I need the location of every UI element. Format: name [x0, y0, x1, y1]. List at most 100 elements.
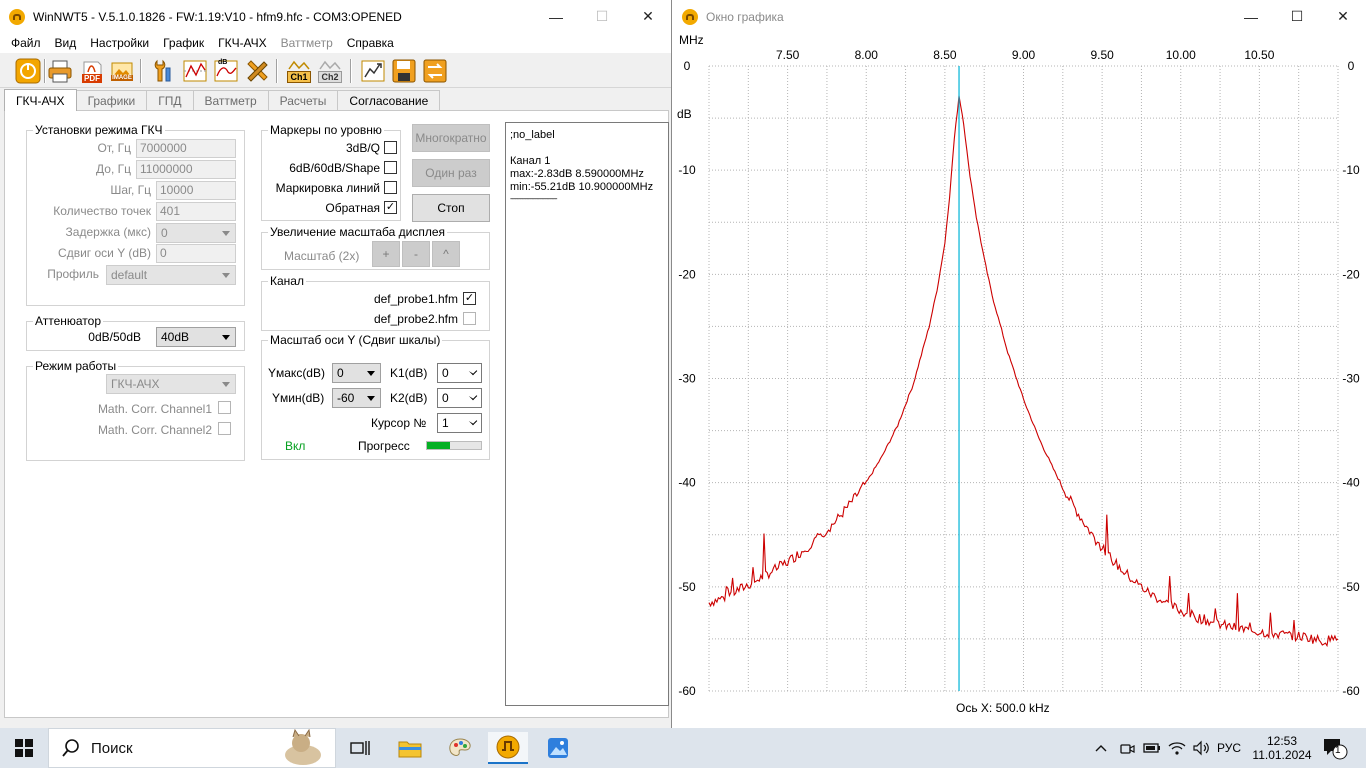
to-field[interactable]: 11000000 [136, 160, 236, 179]
x-tick-label: 8.50 [933, 48, 957, 62]
chevron-up-icon[interactable] [1094, 743, 1108, 753]
x-tick-label: 10.00 [1166, 48, 1196, 62]
zoom-plus-button[interactable]: + [372, 241, 400, 267]
printer-icon[interactable] [46, 57, 74, 85]
step-field[interactable]: 10000 [156, 181, 236, 200]
frequency-response-chart[interactable]: 7.50 8.00 8.50 9.00 9.50 10.00 10.50 0 -10 -20 -30… [673, 33, 1366, 728]
graph-close-button[interactable]: ✕ [1320, 0, 1366, 33]
graph-titlebar[interactable]: Окно графика — ☐ ✕ [673, 0, 1366, 33]
menu-gkch[interactable]: ГКЧ-АЧХ [211, 36, 274, 50]
chart-export-icon[interactable] [359, 57, 387, 85]
db-chart-icon[interactable]: dB [212, 57, 240, 85]
gkch-settings-group: Установки режима ГКЧ От, Гц 7000000 До, … [26, 123, 245, 306]
mode-select[interactable]: ГКЧ-АЧХ [106, 374, 236, 394]
probe1-checkbox[interactable]: ✓ [463, 292, 476, 305]
chevron-down-icon [222, 273, 230, 278]
channel1-response-line [708, 95, 1339, 648]
notifications-button[interactable]: 1 [1322, 728, 1348, 768]
markers-title: Маркеры по уровню [268, 123, 384, 137]
probe2-checkbox[interactable] [463, 312, 476, 325]
menu-settings[interactable]: Настройки [83, 36, 156, 50]
k1-select[interactable]: 0 [437, 363, 482, 383]
marker-3db-checkbox[interactable] [384, 141, 397, 154]
x-unit-label: MHz [679, 33, 704, 47]
zoom-minus-button[interactable]: - [402, 241, 430, 267]
ch2-icon[interactable]: Ch2 [316, 57, 344, 85]
image-icon[interactable]: IMAGE [108, 57, 136, 85]
zoom-up-button[interactable]: ^ [432, 241, 460, 267]
tab-gpd[interactable]: ГПД [146, 90, 194, 111]
ch1-icon[interactable]: Ch1 [285, 57, 313, 85]
points-field[interactable]: 401 [156, 202, 236, 221]
menu-view[interactable]: Вид [48, 36, 84, 50]
tab-matching[interactable]: Согласование [337, 90, 441, 111]
ymax-select[interactable]: 0 [332, 363, 381, 383]
chart-settings-icon[interactable] [181, 57, 209, 85]
main-window: WinNWT5 - V.5.1.0.1826 - FW:1.19:V10 - h… [0, 0, 672, 728]
math1-checkbox[interactable] [218, 401, 231, 414]
language-indicator[interactable]: РУС [1217, 728, 1241, 768]
once-button[interactable]: Один раз [412, 159, 490, 187]
info-line-max: max:-2.83dB 8.590000MHz [510, 168, 644, 180]
channel-group: Канал def_probe1.hfm ✓ def_probe2.hfm [261, 274, 490, 331]
marker-shape-checkbox[interactable] [384, 161, 397, 174]
file-explorer-icon[interactable] [390, 732, 430, 764]
tab-graphs[interactable]: Графики [75, 90, 148, 111]
k1-label: K1(dB) [390, 366, 428, 380]
winnwt-taskbar-icon[interactable] [488, 732, 528, 764]
from-field[interactable]: 7000000 [136, 139, 236, 158]
tab-gkch[interactable]: ГКЧ-АЧХ [4, 89, 77, 111]
ymin-select[interactable]: -60 [332, 388, 381, 408]
save-icon[interactable] [390, 57, 418, 85]
y-tick-label-right: -20 [1342, 267, 1360, 281]
menu-wattmeter[interactable]: Ваттметр [274, 36, 340, 50]
ymax-label: Yмакс(dB) [268, 366, 325, 380]
y-tick-label-left: -30 [678, 372, 696, 386]
maximize-button[interactable]: ☐ [579, 0, 625, 33]
ymax-value: 0 [337, 366, 344, 380]
yshift-field[interactable]: 0 [156, 244, 236, 263]
start-button[interactable] [0, 728, 48, 768]
battery-icon[interactable] [1143, 741, 1161, 755]
paint-icon[interactable] [440, 732, 480, 764]
graph-maximize-button[interactable]: ☐ [1274, 0, 1320, 33]
main-titlebar[interactable]: WinNWT5 - V.5.1.0.1826 - FW:1.19:V10 - h… [0, 0, 671, 33]
chevron-down-icon [222, 335, 230, 340]
stop-button[interactable]: Стоп [412, 194, 490, 222]
photos-icon[interactable] [538, 732, 578, 764]
cursor-select[interactable]: 1 [437, 413, 482, 433]
swap-icon[interactable] [421, 57, 449, 85]
tab-calculations[interactable]: Расчеты [267, 90, 339, 111]
marker-lines-checkbox[interactable] [384, 181, 397, 194]
wrench-icon[interactable] [150, 57, 178, 85]
attenuator-select[interactable]: 40dB [156, 327, 236, 347]
chevron-down-icon [468, 416, 478, 426]
multi-button[interactable]: Многократно [412, 124, 490, 152]
speaker-icon[interactable] [1192, 740, 1210, 756]
wifi-icon[interactable] [1168, 740, 1186, 756]
math2-checkbox[interactable] [218, 422, 231, 435]
menu-help[interactable]: Справка [340, 36, 401, 50]
tools-icon[interactable] [243, 57, 271, 85]
menu-file[interactable]: Файл [4, 36, 48, 50]
ymin-value: -60 [337, 391, 355, 405]
graph-minimize-button[interactable]: — [1228, 0, 1274, 33]
marker-inverse-checkbox[interactable]: ✓ [384, 201, 397, 214]
info-textbox[interactable]: ;no_label Канал 1 max:-2.83dB 8.590000MH… [505, 122, 669, 706]
clock[interactable]: 12:53 11.01.2024 [1252, 728, 1311, 768]
minimize-button[interactable]: — [533, 0, 579, 33]
search-placeholder: Поиск [91, 739, 133, 757]
profile-select[interactable]: default [106, 265, 236, 285]
y-tick-label-right: -60 [1342, 684, 1360, 698]
taskbar-search[interactable]: Поиск [48, 728, 336, 768]
delay-select[interactable]: 0 [156, 223, 236, 243]
k2-select[interactable]: 0 [437, 388, 482, 408]
task-view-icon[interactable] [340, 732, 380, 764]
delay-value: 0 [161, 226, 168, 240]
menu-graph[interactable]: График [156, 36, 211, 50]
pdf-icon[interactable]: PDF [78, 57, 106, 85]
webcam-icon[interactable] [1119, 740, 1135, 756]
tab-wattmeter[interactable]: Ваттметр [192, 90, 269, 111]
power-icon[interactable] [14, 57, 42, 85]
close-button[interactable]: ✕ [625, 0, 671, 33]
